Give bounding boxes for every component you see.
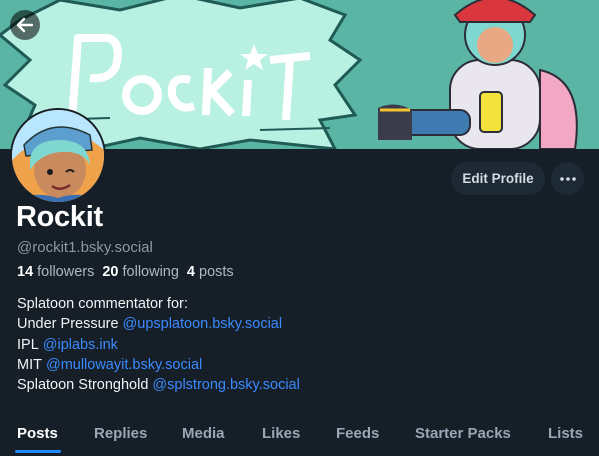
arrow-left-icon: [16, 17, 34, 33]
bio-line: Splatoon commentator for:: [17, 296, 188, 312]
profile-bio: Splatoon commentator for: Under Pressure…: [17, 294, 300, 395]
bio-mention-link[interactable]: @mullowayit.bsky.social: [46, 355, 202, 375]
edit-profile-button[interactable]: Edit Profile: [451, 162, 545, 195]
avatar-image: [12, 110, 104, 202]
more-options-button[interactable]: [551, 162, 584, 195]
tab-media[interactable]: Media: [182, 425, 225, 442]
tab-feeds[interactable]: Feeds: [336, 425, 379, 442]
posts-count: 4: [186, 264, 195, 280]
avatar[interactable]: [10, 108, 106, 204]
bio-text: MIT: [17, 356, 42, 373]
following-label: following: [122, 264, 179, 280]
active-tab-indicator: [15, 450, 61, 453]
profile-handle: @rockit1.bsky.social: [17, 239, 153, 256]
bio-text: Under Pressure: [17, 316, 119, 333]
followers-stat[interactable]: 14 followers: [17, 264, 94, 280]
followers-count: 14: [17, 264, 34, 280]
tab-replies[interactable]: Replies: [94, 425, 147, 442]
banner-logo: [68, 34, 311, 121]
following-count: 20: [102, 264, 119, 280]
posts-label: posts: [199, 264, 234, 280]
profile-tabs: Posts Replies Media Likes Feeds Starter …: [0, 418, 599, 456]
bio-mention-link[interactable]: @upsplatoon.bsky.social: [123, 314, 283, 334]
tab-lists[interactable]: Lists: [548, 425, 583, 442]
posts-stat: 4 posts: [187, 264, 234, 280]
bio-mention-link[interactable]: @splstrong.bsky.social: [152, 375, 299, 395]
tab-posts[interactable]: Posts: [17, 425, 58, 442]
tab-likes[interactable]: Likes: [262, 425, 300, 442]
bio-text: Splatoon Stronghold: [17, 377, 149, 394]
tab-starter-packs[interactable]: Starter Packs: [415, 425, 511, 442]
ellipsis-icon: [559, 176, 576, 181]
bio-mention-link[interactable]: @iplabs.ink: [43, 335, 118, 355]
followers-label: followers: [37, 264, 95, 280]
bio-text: IPL: [17, 336, 39, 353]
display-name: Rockit: [16, 201, 103, 233]
profile-stats: 14 followers 20 following 4 posts: [17, 264, 234, 280]
following-stat[interactable]: 20 following: [102, 264, 179, 280]
back-button[interactable]: [10, 10, 40, 40]
